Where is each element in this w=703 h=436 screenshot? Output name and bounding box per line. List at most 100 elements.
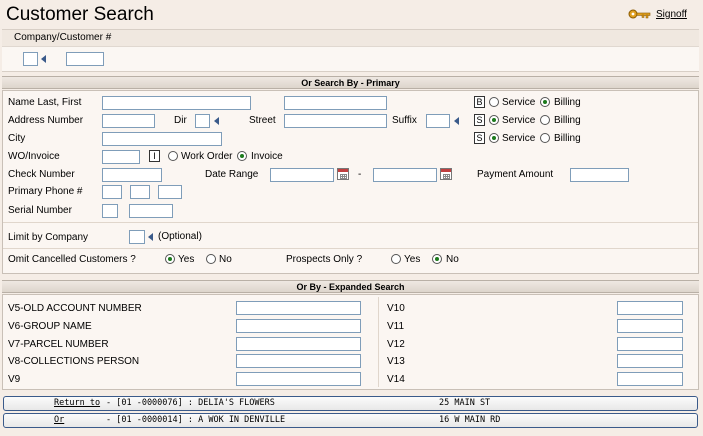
limit-company-lookup-icon[interactable]: [148, 233, 153, 241]
expanded-section-heading: Or By - Expanded Search: [2, 280, 699, 293]
signoff-label[interactable]: Signoff: [656, 9, 687, 20]
signoff-link[interactable]: Signoff: [628, 8, 687, 20]
wo-invoice-label: WO/Invoice: [8, 151, 60, 162]
payment-amount-field[interactable]: [570, 168, 629, 182]
expanded-divider: [378, 297, 379, 387]
date-to-calendar-icon[interactable]: [440, 168, 452, 180]
street-label: Street: [249, 115, 276, 126]
invoice-label: Invoice: [251, 151, 283, 162]
date-from-field[interactable]: [270, 168, 334, 182]
recent-prefix[interactable]: Return to: [54, 398, 100, 408]
prospects-only-label: Prospects Only ?: [286, 254, 363, 265]
phone-area-field[interactable]: [102, 185, 122, 199]
suffix-lookup-icon[interactable]: [454, 117, 459, 125]
serial-prefix-field[interactable]: [102, 204, 118, 218]
city-field[interactable]: [102, 132, 222, 146]
recent-customer-row[interactable]: Return to - [01 -0000076] : DELIA'S FLOW…: [3, 396, 698, 411]
v10-field[interactable]: [617, 301, 683, 315]
date-range-label: Date Range: [205, 169, 259, 180]
date-to-field[interactable]: [373, 168, 437, 182]
first-name-field[interactable]: [284, 96, 387, 110]
prospects-no-radio[interactable]: [432, 254, 442, 264]
company-field[interactable]: [23, 52, 38, 66]
addr-3-billing-label: Billing: [554, 133, 581, 144]
street-field[interactable]: [284, 114, 387, 128]
v13-field[interactable]: [617, 354, 683, 368]
city-label: City: [8, 133, 26, 144]
v6-label: V6-GROUP NAME: [8, 321, 92, 332]
phone-prefix-field[interactable]: [130, 185, 150, 199]
prospects-yes-label: Yes: [404, 254, 421, 265]
phone-line-field[interactable]: [158, 185, 182, 199]
company-label: Company/Customer #: [14, 32, 112, 43]
dir-lookup-icon[interactable]: [214, 117, 219, 125]
prospects-no-label: No: [446, 254, 459, 265]
addr-3-service-radio[interactable]: [489, 133, 499, 143]
v10-label: V10: [387, 303, 405, 314]
company-row: [2, 46, 699, 72]
wo-invoice-field[interactable]: [102, 150, 140, 164]
name-label: Name Last, First: [8, 97, 82, 108]
omit-yes-label: Yes: [178, 254, 195, 265]
address-number-label: Address Number: [8, 115, 84, 126]
primary-section-heading: Or Search By - Primary: [2, 76, 699, 89]
omit-no-radio[interactable]: [206, 254, 216, 264]
addr-3-billing-radio[interactable]: [540, 133, 550, 143]
primary-divider-1: [3, 222, 698, 223]
dir-field[interactable]: [195, 114, 210, 128]
recent-customer-row[interactable]: Or - [01 -0000014] : A WOK IN DENVILLE 1…: [3, 413, 698, 428]
last-name-field[interactable]: [102, 96, 251, 110]
addr-2-billing-radio[interactable]: [540, 115, 550, 125]
invoice-radio[interactable]: [237, 151, 247, 161]
v9-label: V9: [8, 374, 21, 385]
addr-2-service-radio[interactable]: [489, 115, 499, 125]
addr-type-flag-2[interactable]: S: [474, 114, 485, 126]
addr-type-flag-1[interactable]: B: [474, 96, 485, 108]
primary-panel: Name Last, First Address Number Dir Stre…: [2, 90, 699, 274]
work-order-radio[interactable]: [168, 151, 178, 161]
omit-yes-radio[interactable]: [165, 254, 175, 264]
v7-field[interactable]: [236, 337, 361, 351]
optional-label: (Optional): [158, 231, 202, 242]
serial-number-field[interactable]: [129, 204, 173, 218]
limit-company-field[interactable]: [129, 230, 145, 244]
addr-1-service-radio[interactable]: [489, 97, 499, 107]
v14-field[interactable]: [617, 372, 683, 386]
omit-no-label: No: [219, 254, 232, 265]
v8-label: V8-COLLECTIONS PERSON: [8, 356, 140, 367]
addr-1-billing-label: Billing: [554, 97, 581, 108]
customer-number-field[interactable]: [66, 52, 104, 66]
check-number-field[interactable]: [102, 168, 162, 182]
company-lookup-icon[interactable]: [41, 55, 46, 63]
v5-field[interactable]: [236, 301, 361, 315]
v7-label: V7-PARCEL NUMBER: [8, 339, 109, 350]
v6-field[interactable]: [236, 319, 361, 333]
limit-company-label: Limit by Company: [8, 232, 89, 243]
check-number-label: Check Number: [8, 169, 75, 180]
page-title: Customer Search: [6, 4, 154, 25]
address-number-field[interactable]: [102, 114, 155, 128]
v12-label: V12: [387, 339, 405, 350]
serial-number-label: Serial Number: [8, 205, 72, 216]
primary-divider-2: [3, 248, 698, 249]
date-range-separator: -: [358, 169, 362, 180]
suffix-field[interactable]: [426, 114, 450, 128]
work-order-label: Work Order: [181, 151, 233, 162]
recent-customer-address: 16 W MAIN RD: [439, 415, 501, 425]
addr-1-billing-radio[interactable]: [540, 97, 550, 107]
v12-field[interactable]: [617, 337, 683, 351]
v11-field[interactable]: [617, 319, 683, 333]
expanded-panel: V5-OLD ACCOUNT NUMBER V6-GROUP NAME V7-P…: [2, 294, 699, 390]
addr-2-service-label: Service: [502, 115, 536, 126]
suffix-label: Suffix: [392, 115, 417, 126]
date-from-calendar-icon[interactable]: [337, 168, 349, 180]
v8-field[interactable]: [236, 354, 361, 368]
addr-type-flag-3[interactable]: S: [474, 132, 485, 144]
recent-prefix[interactable]: Or: [54, 415, 64, 425]
addr-2-billing-label: Billing: [554, 115, 581, 126]
company-bar: Company/Customer #: [2, 29, 699, 46]
v9-field[interactable]: [236, 372, 361, 386]
prospects-yes-radio[interactable]: [391, 254, 401, 264]
wo-type-flag[interactable]: I: [149, 150, 160, 162]
addr-3-service-label: Service: [502, 133, 536, 144]
